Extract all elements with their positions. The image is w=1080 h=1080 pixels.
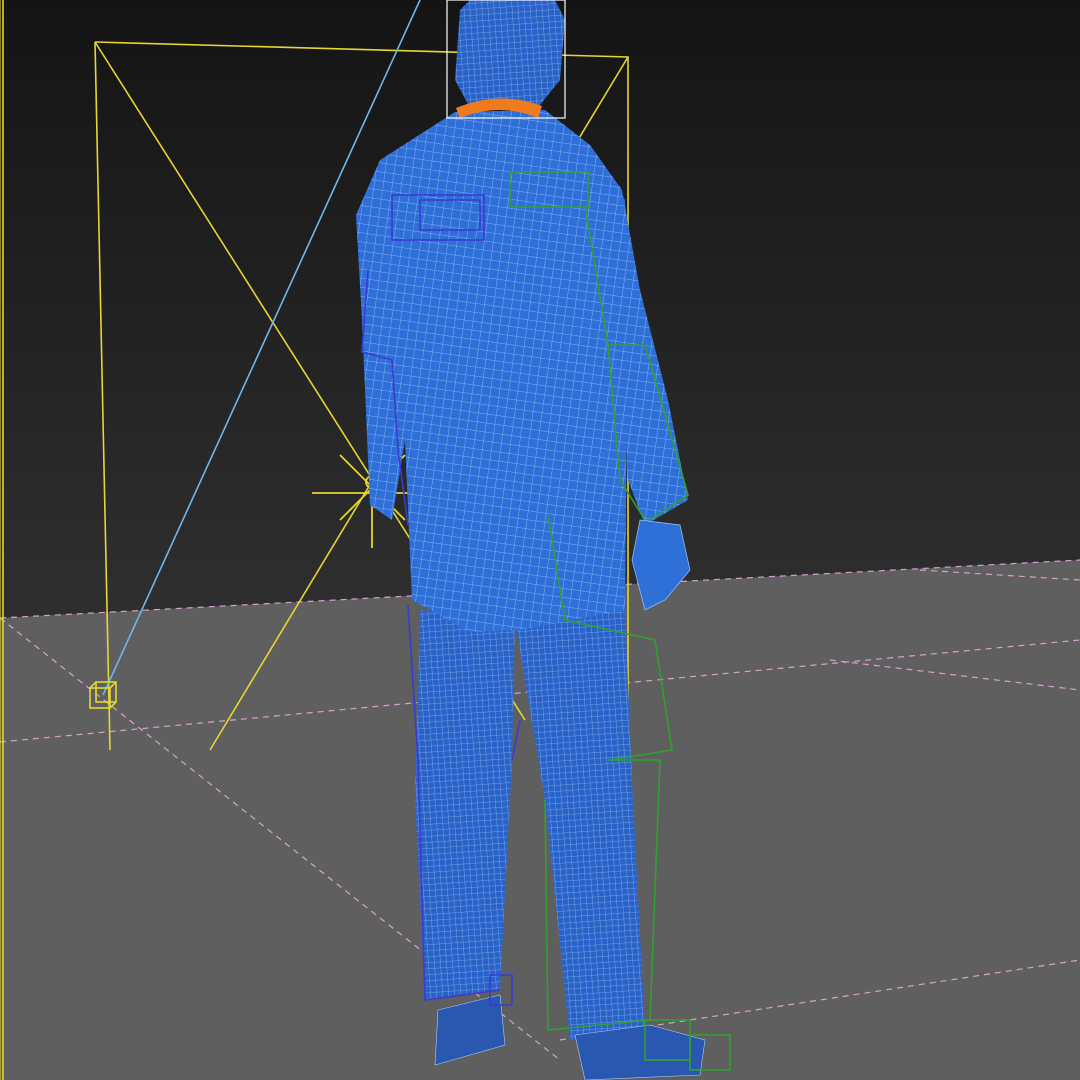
left-leg: [415, 610, 515, 1000]
scene-canvas[interactable]: [0, 0, 1080, 1080]
head: [455, 0, 565, 108]
3d-viewport[interactable]: [0, 0, 1080, 1080]
